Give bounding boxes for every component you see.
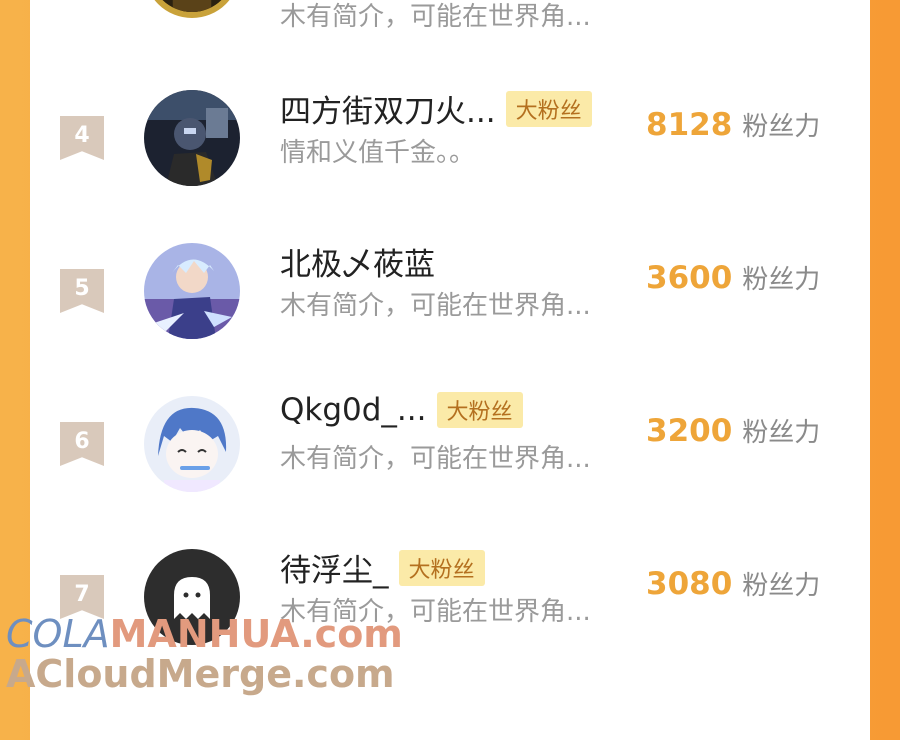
watermark-part-cola: COLA: [6, 612, 110, 656]
score-value: 3200: [646, 413, 733, 449]
score-value: 8128: [646, 107, 733, 143]
name-line: 四方街双刀火... 大粉丝: [280, 86, 592, 131]
name-line: Qkg0d_... 大粉丝: [280, 392, 523, 428]
score-unit: 粉丝力: [742, 112, 821, 142]
rank-badge: 6: [60, 422, 104, 466]
rank-badge: 5: [60, 269, 104, 313]
user-name[interactable]: Qkg0d_...: [280, 392, 427, 428]
score: 3080 粉丝力: [646, 565, 820, 602]
score-unit: 粉丝力: [742, 418, 821, 448]
bio-text: 情和义值千金。。: [280, 138, 476, 168]
name-line: 待浮尘_ 大粉丝: [280, 545, 485, 590]
bio-text: 木有简介，可能在世界角...: [280, 2, 591, 32]
user-name[interactable]: 北极乄莜蓝: [280, 239, 435, 284]
list-item[interactable]: 4 四方街双刀火... 大粉丝 情和义值千金。。 8128 粉丝力: [30, 80, 870, 200]
bio-text: 木有简介，可能在世界角...: [280, 291, 591, 321]
score-unit: 粉丝力: [742, 571, 821, 601]
avatar[interactable]: [144, 243, 240, 339]
watermark-acloudmerge: ACloudMerge.com: [6, 652, 395, 696]
avatar[interactable]: [144, 396, 240, 492]
watermark-cola-manhua: COLAMANHUA.com: [6, 612, 403, 656]
boy-brushing-avatar-icon: [144, 396, 240, 492]
score-value: 3080: [646, 566, 733, 602]
blue-hero-avatar-icon: [144, 243, 240, 339]
score-value: 3600: [646, 260, 733, 296]
bio-text: 木有简介，可能在世界角...: [280, 444, 591, 474]
gold-frame-avatar-icon: [150, 0, 234, 12]
score: 8128 粉丝力: [646, 106, 820, 143]
list-item[interactable]: 木有简介，可能在世界角...: [30, 0, 870, 32]
score: 3600 粉丝力: [646, 259, 820, 296]
list-item[interactable]: 5 北极乄莜蓝 木有简介，可能在世界角... 3600 粉丝力: [30, 233, 870, 353]
watermark-part-manhua: MANHUA.com: [109, 612, 403, 656]
list-item[interactable]: 6 Qkg0d_... 大粉丝 木有简介，可能在世界角... 3200 粉丝力: [30, 386, 870, 506]
score-unit: 粉丝力: [742, 265, 821, 295]
score: 3200 粉丝力: [646, 412, 820, 449]
dark-armor-avatar-icon: [144, 90, 240, 186]
avatar[interactable]: [144, 0, 240, 18]
user-name[interactable]: 待浮尘_: [280, 545, 389, 590]
avatar[interactable]: [144, 90, 240, 186]
fan-level-badge: 大粉丝: [398, 549, 485, 586]
rank-badge: 4: [60, 116, 104, 160]
user-name[interactable]: 四方街双刀火...: [280, 86, 496, 131]
fan-level-badge: 大粉丝: [505, 90, 592, 127]
fan-level-badge: 大粉丝: [436, 392, 523, 428]
name-line: 北极乄莜蓝: [280, 239, 435, 284]
